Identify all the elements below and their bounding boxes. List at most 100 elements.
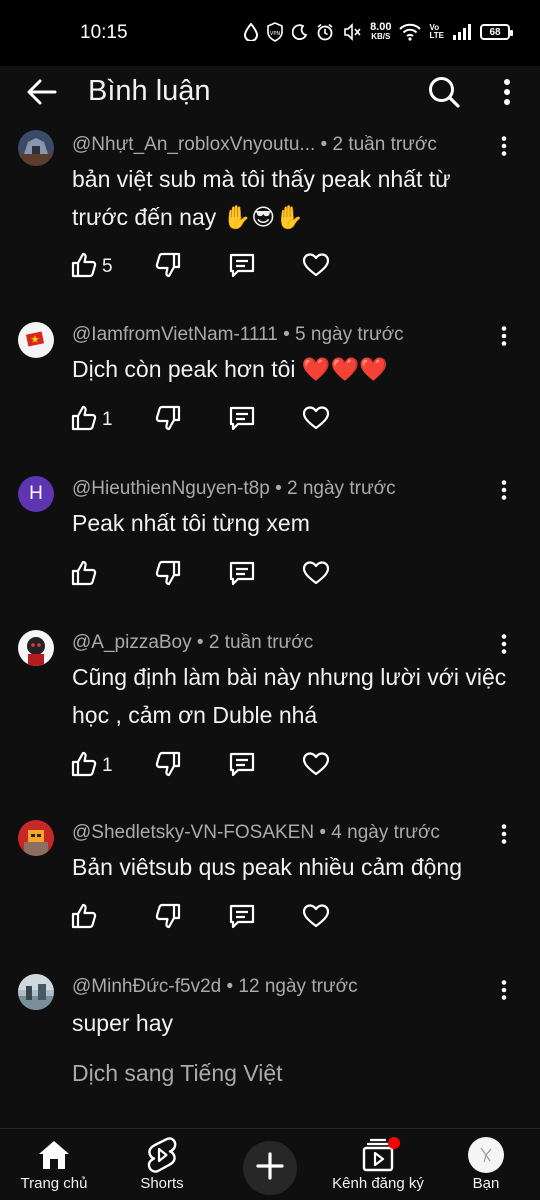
- thumbs-up-icon: [70, 750, 98, 783]
- thumbs-down-icon: [154, 404, 182, 437]
- more-options-button[interactable]: [490, 72, 524, 116]
- comment-author[interactable]: @MinhĐức-f5v2d: [72, 976, 221, 997]
- heart-icon: [302, 559, 330, 592]
- comments-header: Bình luận: [0, 66, 540, 120]
- reply-button[interactable]: [228, 559, 256, 591]
- avatar[interactable]: [18, 974, 54, 1010]
- kebab-menu-icon: [501, 479, 507, 505]
- subscriptions-icon: [360, 1137, 400, 1173]
- comment-menu-button[interactable]: [494, 977, 514, 1007]
- avatar[interactable]: [18, 322, 54, 358]
- status-icons: VPN 8.00 KB/S Vo LTE 68: [244, 20, 513, 44]
- comment-item: @Nhựt_An_robloxVnyoutu... • 2 tuần trước…: [0, 120, 540, 310]
- comment-author[interactable]: @HieuthienNguyen-t8p: [72, 478, 270, 499]
- net-speed-value: 8.00: [370, 21, 392, 33]
- volte-bottom: LTE: [429, 31, 444, 40]
- nav-shorts[interactable]: Shorts: [126, 1129, 198, 1200]
- nav-shorts-label: Shorts: [140, 1175, 184, 1192]
- signal-icon: [452, 20, 472, 44]
- comment-list[interactable]: @Nhựt_An_robloxVnyoutu... • 2 tuần trước…: [0, 120, 540, 1128]
- dislike-button[interactable]: [154, 902, 182, 934]
- nav-you[interactable]: Bạn: [456, 1129, 516, 1200]
- reply-button[interactable]: [228, 750, 256, 782]
- avatar[interactable]: [18, 630, 54, 666]
- like-button[interactable]: 1: [70, 750, 113, 782]
- thumbs-down-icon: [154, 251, 182, 284]
- vpn-icon: VPN: [266, 20, 284, 44]
- battery-icon: 68: [480, 24, 513, 40]
- comment-reply-icon: [228, 750, 256, 783]
- heart-icon: [302, 251, 330, 284]
- avatar[interactable]: [18, 130, 54, 166]
- status-bar: 10:15 VPN 8.00 KB/S Vo LTE 68: [0, 0, 540, 66]
- reply-button[interactable]: [228, 902, 256, 934]
- nav-subscriptions[interactable]: Kênh đăng ký: [326, 1129, 430, 1200]
- comment-time: • 12 ngày trước: [221, 976, 358, 997]
- comment-menu-button[interactable]: [494, 323, 514, 353]
- search-button[interactable]: [422, 72, 466, 116]
- back-arrow-icon: [27, 79, 57, 110]
- page-title: Bình luận: [88, 75, 211, 107]
- comment-text: Peak nhất tôi từng xem: [72, 510, 310, 536]
- comment-author[interactable]: @Shedletsky-VN-FOSAKEN: [72, 822, 314, 843]
- net-speed: 8.00 KB/S: [370, 22, 391, 42]
- heart-button[interactable]: [302, 251, 330, 283]
- avatar: [468, 1137, 504, 1173]
- heart-button[interactable]: [302, 404, 330, 436]
- comment-text: Cũng định làm bài này nhưng lười với việ…: [72, 664, 507, 728]
- wifi-icon: [399, 20, 422, 44]
- back-button[interactable]: [22, 76, 62, 112]
- heart-button[interactable]: [302, 750, 330, 782]
- thumbs-up-icon: [70, 251, 98, 284]
- dislike-button[interactable]: [154, 750, 182, 782]
- like-button[interactable]: [70, 902, 102, 934]
- comment-item: @MinhĐức-f5v2d • 12 ngày trước super hay…: [0, 972, 540, 1128]
- dislike-button[interactable]: [154, 559, 182, 591]
- heart-icon: [302, 902, 330, 935]
- like-count: 1: [102, 409, 113, 430]
- kebab-menu-icon: [501, 633, 507, 659]
- thumbs-up-icon: [70, 559, 98, 592]
- comment-reply-icon: [228, 404, 256, 437]
- comment-meta: @Shedletsky-VN-FOSAKEN • 4 ngày trước: [72, 822, 440, 844]
- like-button[interactable]: 1: [70, 404, 113, 436]
- comment-item: @A_pizzaBoy • 2 tuần trước Cũng định làm…: [0, 626, 540, 812]
- dislike-button[interactable]: [154, 251, 182, 283]
- like-button[interactable]: [70, 559, 102, 591]
- comment-menu-button[interactable]: [494, 821, 514, 851]
- heart-button[interactable]: [302, 559, 330, 591]
- kebab-menu-icon: [503, 78, 511, 110]
- like-count: 1: [102, 755, 113, 776]
- comment-author[interactable]: @A_pizzaBoy: [72, 632, 192, 653]
- comment-author[interactable]: @IamfromVietNam-1111: [72, 324, 278, 345]
- alarm-icon: [316, 20, 334, 44]
- heart-icon: [302, 404, 330, 437]
- moon-icon: [292, 20, 308, 44]
- heart-icon: [302, 750, 330, 783]
- comment-meta: @MinhĐức-f5v2d • 12 ngày trước: [72, 976, 358, 998]
- comment-reply-icon: [228, 902, 256, 935]
- comment-item: @Shedletsky-VN-FOSAKEN • 4 ngày trước Bả…: [0, 818, 540, 968]
- you-avatar-icon: [468, 1137, 504, 1173]
- comment-author[interactable]: @Nhựt_An_robloxVnyoutu...: [72, 134, 315, 155]
- thumbs-up-icon: [70, 902, 98, 935]
- kebab-menu-icon: [501, 325, 507, 351]
- search-icon: [428, 76, 460, 113]
- comment-text: Dịch còn peak hơn tôi ❤️❤️❤️: [72, 356, 388, 382]
- heart-button[interactable]: [302, 902, 330, 934]
- comment-menu-button[interactable]: [494, 133, 514, 163]
- reply-button[interactable]: [228, 251, 256, 283]
- nav-home[interactable]: Trang chủ: [14, 1129, 94, 1200]
- net-speed-unit: KB/S: [371, 32, 391, 41]
- dislike-button[interactable]: [154, 404, 182, 436]
- comment-menu-button[interactable]: [494, 477, 514, 507]
- comment-time: • 4 ngày trước: [314, 822, 440, 843]
- avatar[interactable]: [18, 820, 54, 856]
- create-button[interactable]: [243, 1141, 297, 1195]
- like-button[interactable]: 5: [70, 251, 113, 283]
- translate-link[interactable]: Dịch sang Tiếng Việt: [72, 1060, 283, 1087]
- comment-menu-button[interactable]: [494, 631, 514, 661]
- comment-reply-icon: [228, 559, 256, 592]
- reply-button[interactable]: [228, 404, 256, 436]
- avatar[interactable]: H: [18, 476, 54, 512]
